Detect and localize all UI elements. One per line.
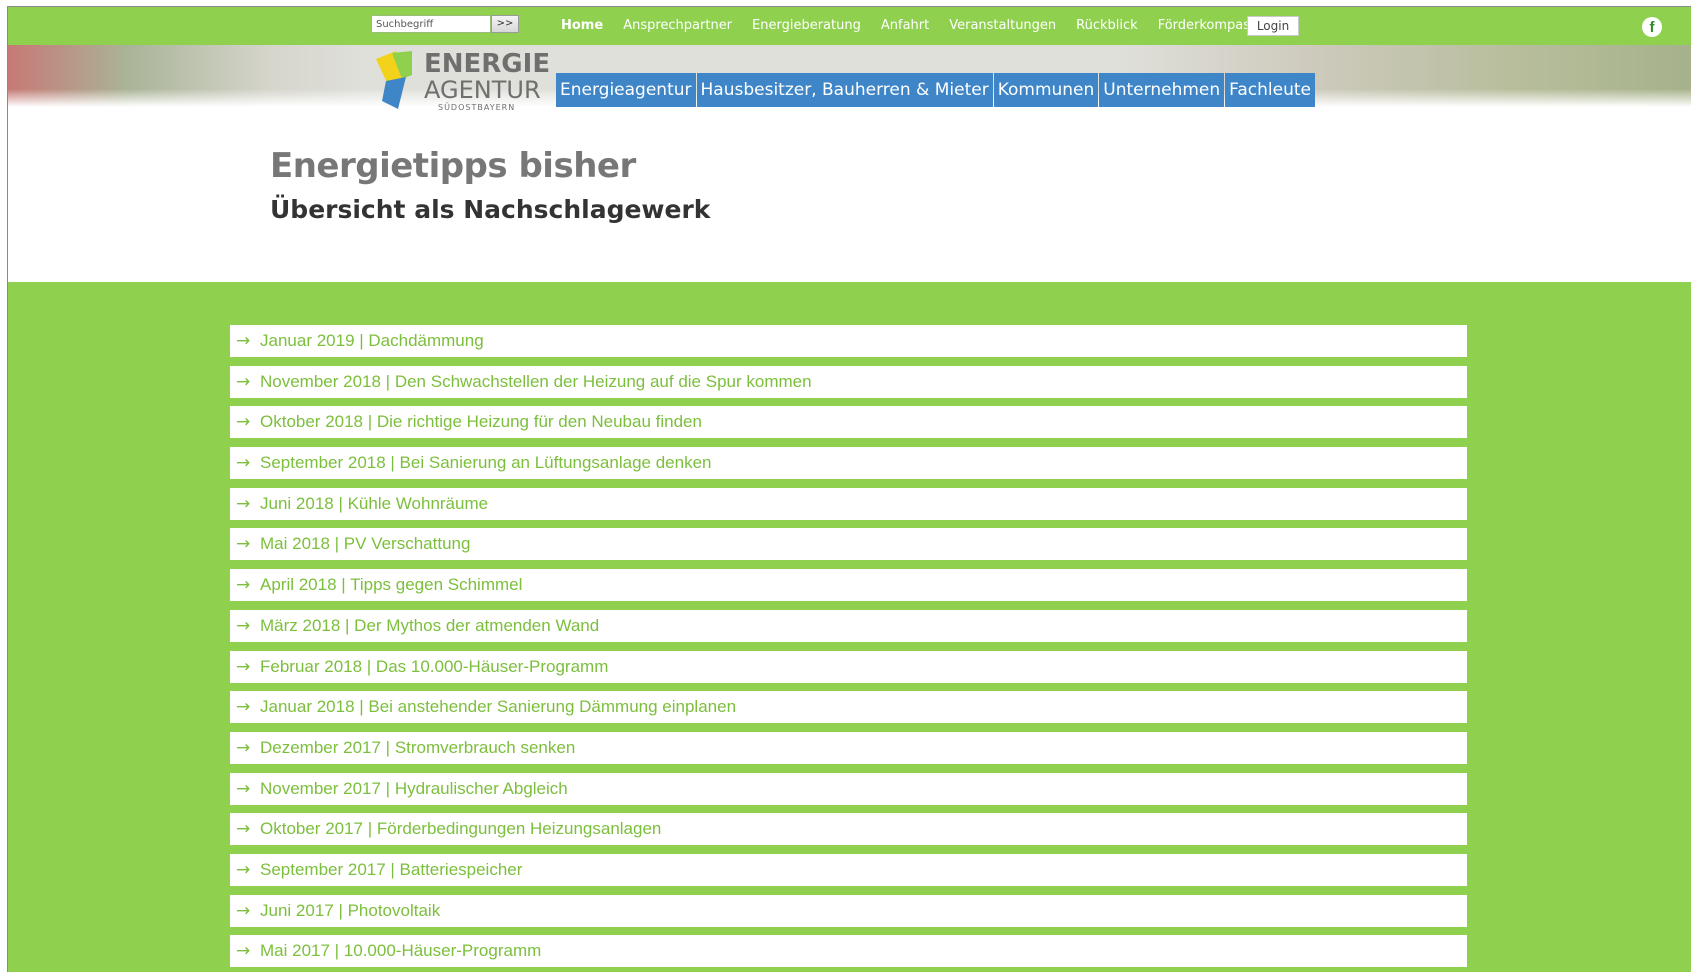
list-item-label: Januar 2019 | Dachdämmung	[260, 331, 484, 350]
arrow-right-icon: →	[236, 371, 251, 392]
list-item-label: Januar 2018 | Bei anstehender Sanierung …	[260, 697, 737, 717]
topnav-veranstaltungen[interactable]: Veranstaltungen	[949, 18, 1056, 33]
list-item[interactable]: → Juni 2018 | Kühle Wohnräume	[230, 487, 1467, 520]
top-navigation: Home Ansprechpartner Energieberatung Anf…	[561, 18, 1277, 33]
list-item[interactable]: → April 2018 | Tipps gegen Schimmel	[230, 569, 1467, 602]
search-submit-button[interactable]: >>	[491, 15, 519, 33]
tips-list: → Januar 2019 | Dachdämmung → November 201…	[230, 325, 1467, 972]
list-item-label: März 2018 | Der Mythos der atmenden Wand	[260, 615, 600, 635]
logo-mark-icon	[376, 51, 412, 109]
list-item[interactable]: → Januar 2018 | Bei anstehender Sanierung…	[230, 691, 1467, 724]
login-button[interactable]: Login	[1247, 16, 1299, 36]
list-item-label: Oktober 2018 | Die richtige Heizung für …	[260, 412, 702, 432]
list-item-label: Juni 2018 | Kühle Wohnräume	[260, 493, 489, 513]
list-item[interactable]: → Juni 2017 | Photovoltaik	[230, 894, 1467, 927]
arrow-right-icon: →	[236, 453, 251, 474]
arrow-right-icon: →	[236, 615, 251, 636]
mainnav-unternehmen[interactable]: Unternehmen	[1099, 73, 1225, 107]
logo-text-energie: ENERGIE	[424, 49, 551, 79]
list-item[interactable]: → Mai 2017 | 10.000-Häuser-Programm	[230, 935, 1467, 968]
list-item-label: Juni 2017 | Photovoltaik	[260, 900, 441, 920]
logo-text-agentur: AGENTUR	[424, 76, 541, 104]
page-title: Energietipps bisher	[270, 146, 636, 186]
list-item-label: November 2018 | Den Schwachstellen der H…	[260, 371, 812, 391]
mainnav-hausbesitzer[interactable]: Hausbesitzer, Bauherren & Mieter	[696, 73, 993, 107]
energieagentur-logo[interactable]: ENERGIE AGENTUR SÜDOSTBAYERN	[368, 49, 550, 115]
arrow-right-icon: →	[236, 493, 251, 514]
list-item[interactable]: → Dezember 2017 | Stromverbrauch senken	[230, 731, 1467, 764]
topnav-home[interactable]: Home	[561, 18, 603, 33]
list-item[interactable]: → Mai 2018 | PV Verschattung	[230, 528, 1467, 561]
topnav-anfahrt[interactable]: Anfahrt	[881, 18, 929, 33]
mainnav-kommunen[interactable]: Kommunen	[993, 73, 1099, 107]
arrow-right-icon: →	[236, 575, 251, 596]
arrow-right-icon: →	[236, 819, 251, 840]
topnav-ansprechpartner[interactable]: Ansprechpartner	[623, 18, 732, 33]
arrow-right-icon: →	[236, 412, 251, 433]
arrow-right-icon: →	[236, 697, 251, 718]
list-item-label: September 2018 | Bei Sanierung an Lüftun…	[260, 453, 712, 473]
search-input[interactable]	[371, 15, 491, 33]
list-item-label: Oktober 2017 | Förderbedingungen Heizung…	[260, 819, 662, 839]
browser-viewport: >> Home Ansprechpartner Energieberatung …	[7, 6, 1691, 972]
topnav-energieberatung[interactable]: Energieberatung	[752, 18, 861, 33]
list-item-label: September 2017 | Batteriespeicher	[260, 859, 523, 879]
list-item-label: Dezember 2017 | Stromverbrauch senken	[260, 737, 576, 757]
top-bar: >> Home Ansprechpartner Energieberatung …	[8, 7, 1691, 45]
tips-section: → Januar 2019 | Dachdämmung → November 201…	[8, 282, 1691, 972]
list-item[interactable]: → November 2018 | Den Schwachstellen der …	[230, 365, 1467, 398]
list-item[interactable]: → Februar 2018 | Das 10.000-Häuser-Progra…	[230, 650, 1467, 683]
mainnav-fachleute[interactable]: Fachleute	[1225, 73, 1315, 107]
list-item-label: Mai 2018 | PV Verschattung	[260, 534, 471, 554]
topnav-foerderkompass[interactable]: Förderkompass	[1158, 18, 1257, 33]
arrow-right-icon: →	[236, 534, 251, 555]
arrow-right-icon: →	[236, 900, 251, 921]
list-item-label: November 2017 | Hydraulischer Abgleich	[260, 778, 568, 798]
logo-text-region: SÜDOSTBAYERN	[438, 103, 516, 112]
list-item[interactable]: → September 2017 | Batteriespeicher	[230, 853, 1467, 886]
list-item[interactable]: → September 2018 | Bei Sanierung an Lüftu…	[230, 447, 1467, 480]
list-item-label: Mai 2017 | 10.000-Häuser-Programm	[260, 941, 542, 961]
list-item-label: Februar 2018 | Das 10.000-Häuser-Program…	[260, 656, 609, 676]
arrow-right-icon: →	[236, 331, 251, 351]
list-item[interactable]: → Januar 2019 | Dachdämmung	[230, 325, 1467, 357]
arrow-right-icon: →	[236, 778, 251, 799]
mainnav-energieagentur[interactable]: Energieagentur	[556, 73, 696, 107]
page-subtitle: Übersicht als Nachschlagewerk	[270, 195, 711, 224]
search-form: >>	[371, 15, 519, 33]
list-item[interactable]: → März 2018 | Der Mythos der atmenden Wan…	[230, 609, 1467, 642]
list-item[interactable]: → Oktober 2017 | Förderbedingungen Heizun…	[230, 813, 1467, 846]
main-navigation: Energieagentur Hausbesitzer, Bauherren &…	[556, 73, 1316, 107]
arrow-right-icon: →	[236, 941, 251, 962]
list-item-label: April 2018 | Tipps gegen Schimmel	[260, 575, 523, 595]
list-item[interactable]: → November 2017 | Hydraulischer Abgleich	[230, 772, 1467, 805]
arrow-right-icon: →	[236, 737, 251, 758]
topnav-rueckblick[interactable]: Rückblick	[1076, 18, 1138, 33]
arrow-right-icon: →	[236, 859, 251, 880]
facebook-icon[interactable]: f	[1642, 17, 1662, 37]
list-item[interactable]: → Oktober 2018 | Die richtige Heizung für…	[230, 406, 1467, 439]
arrow-right-icon: →	[236, 656, 251, 677]
